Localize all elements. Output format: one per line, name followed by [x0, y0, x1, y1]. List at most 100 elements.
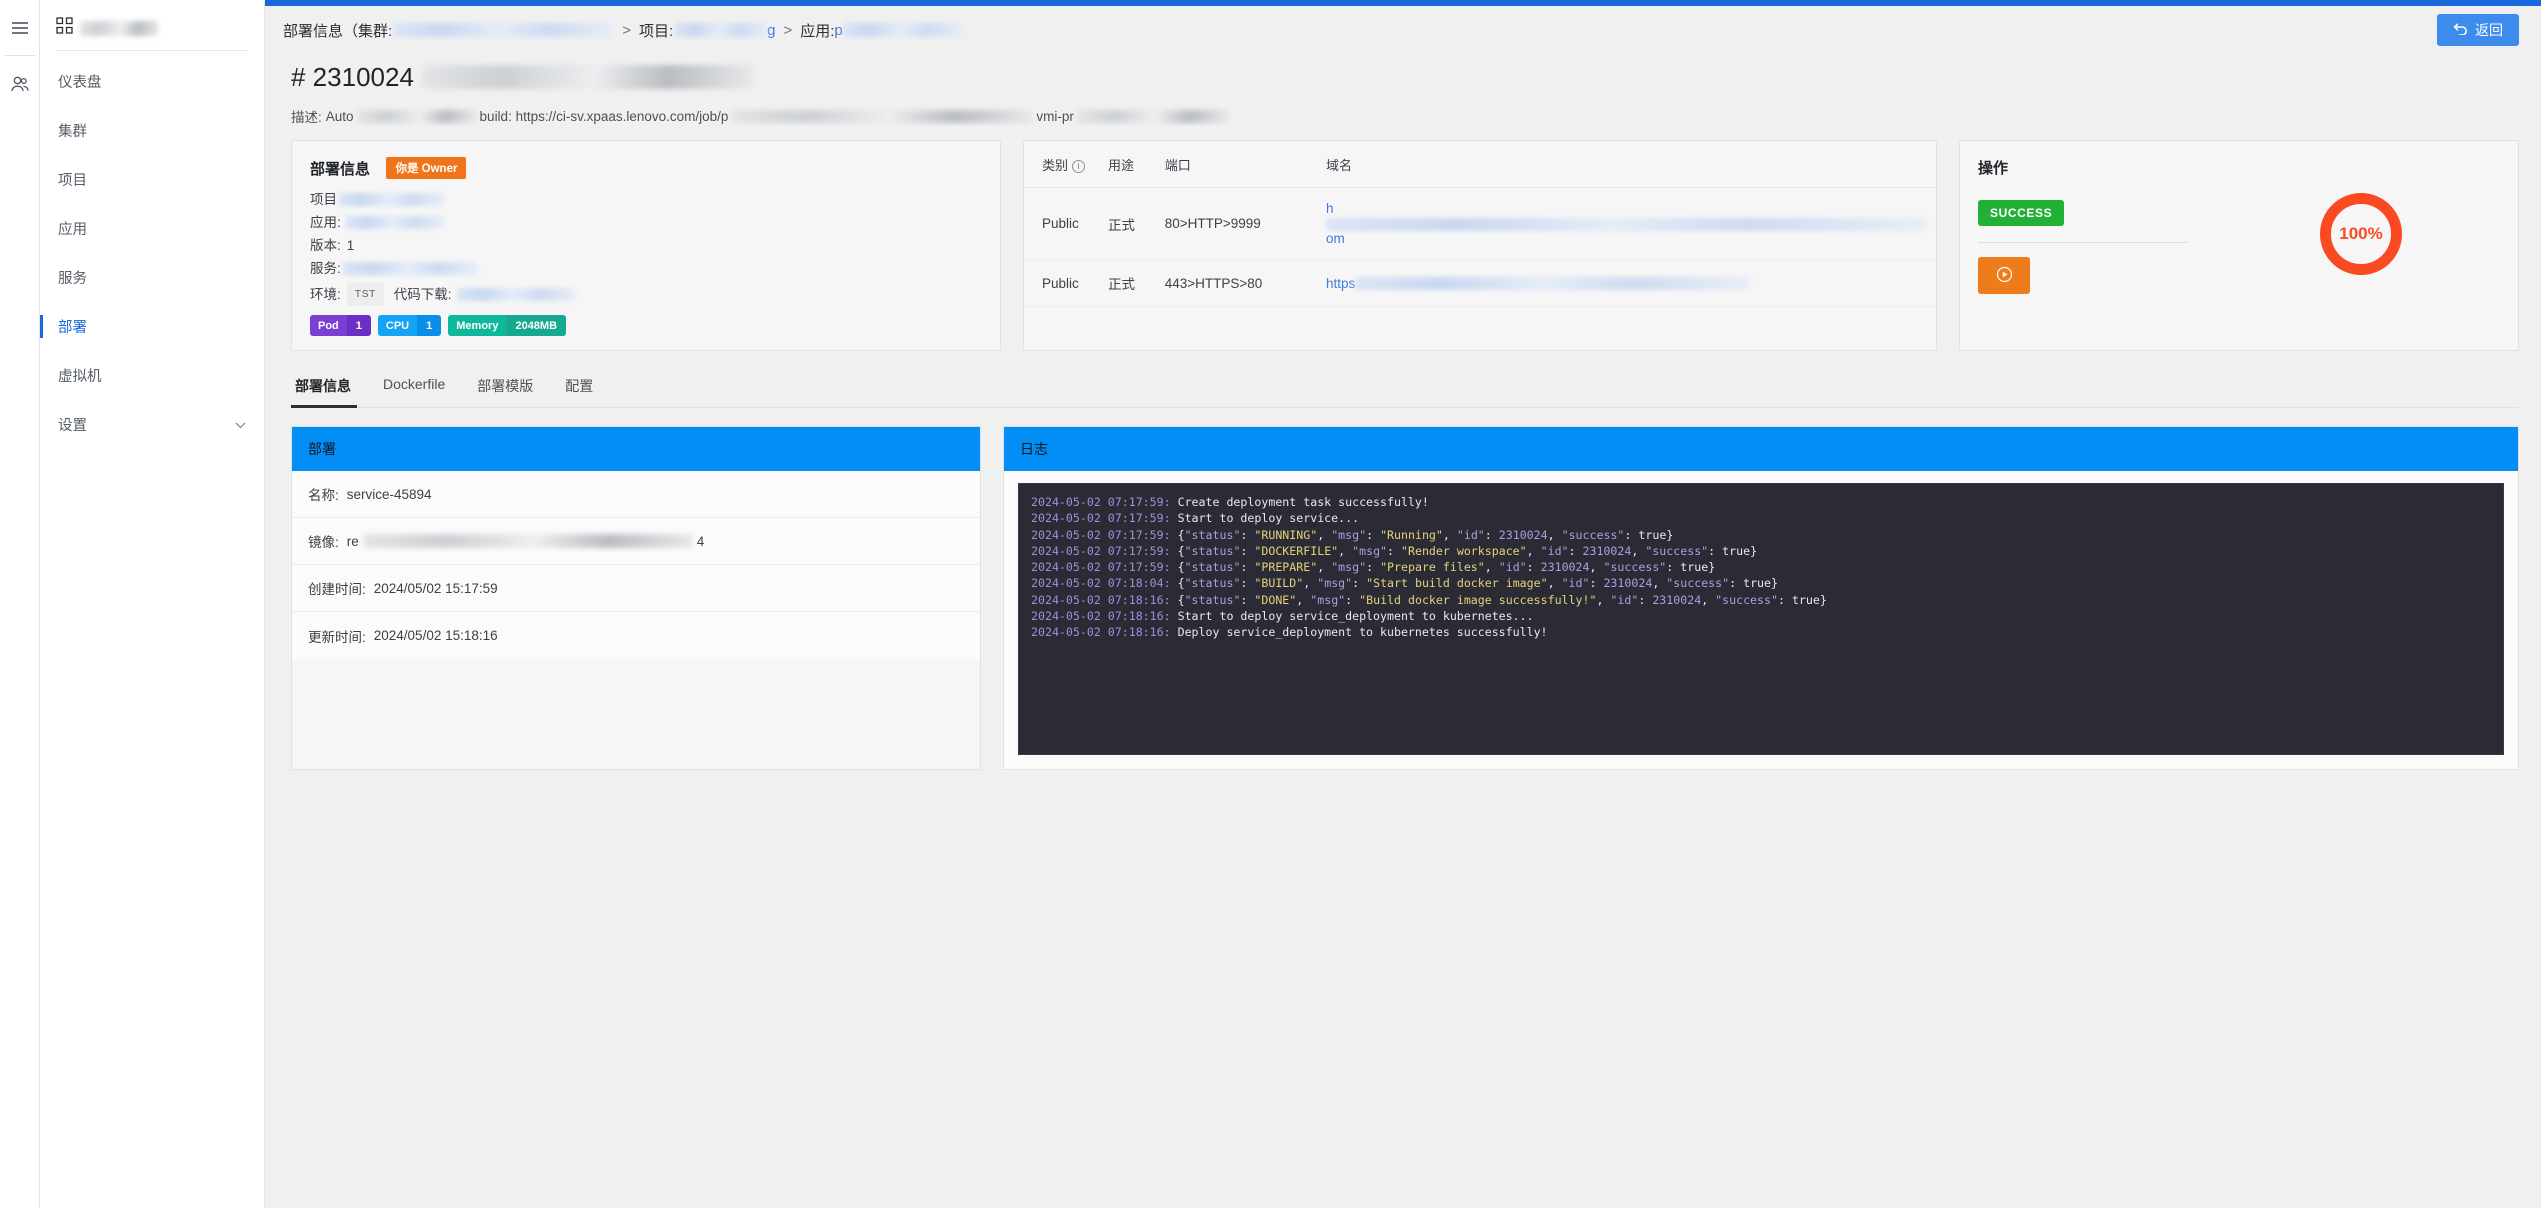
ports-cell-domain[interactable]: h om	[1316, 187, 1936, 260]
ports-cell-type: Public	[1024, 259, 1098, 307]
field-application-value-redacted[interactable]	[345, 216, 444, 229]
field-service-value-redacted[interactable]	[342, 262, 478, 275]
deployment-name-label: 名称:	[308, 488, 339, 503]
deployment-image-label: 镜像:	[308, 535, 339, 550]
field-environment: 环境: TST 代码下载:	[310, 283, 982, 306]
tab-dockerfile[interactable]: Dockerfile	[367, 367, 461, 407]
ports-domain-prefix: https	[1326, 275, 1356, 291]
operations-body: SUCCESS	[1978, 200, 2228, 294]
sidebar-item-deployment[interactable]: 部署	[40, 302, 264, 351]
sidebar-item-project[interactable]: 项目	[40, 155, 264, 204]
breadcrumb-app-prefix[interactable]: p	[834, 22, 842, 39]
badge-cpu-value: 1	[417, 315, 442, 336]
sidebar-nav: 仪表盘 集群 项目 应用 服务 部署 虚拟机 设置	[40, 57, 264, 449]
sidebar-item-settings[interactable]: 设置	[40, 400, 264, 449]
badge-memory-value: 2048MB	[506, 315, 567, 336]
field-code-download-value-redacted[interactable]	[456, 288, 575, 301]
app-root: 仪表盘 集群 项目 应用 服务 部署 虚拟机 设置 部署信息 （ 集群: > 项…	[0, 0, 2541, 1208]
field-project-value-redacted	[339, 193, 444, 206]
page-desc-tail: vmi-pr	[1036, 108, 1074, 124]
page-description: 描述: Auto build: https://ci-sv.xpaas.leno…	[291, 106, 2519, 126]
sidebar-item-cluster[interactable]: 集群	[40, 106, 264, 155]
field-application: 应用:	[310, 214, 982, 231]
page-title: # 2310024	[291, 58, 2519, 96]
sidebar-item-service[interactable]: 服务	[40, 253, 264, 302]
ports-domain-redacted	[1326, 217, 1926, 231]
operations-title: 操作	[1978, 160, 2009, 177]
deployment-row-name: 名称: service-45894	[292, 471, 980, 518]
breadcrumb-project-suffix[interactable]: g	[767, 22, 775, 39]
progress-value: 100%	[2339, 224, 2383, 243]
chevron-down-icon	[235, 418, 246, 432]
info-circle-icon[interactable]: i	[1072, 159, 1086, 173]
page-desc-label: 描述:	[291, 110, 322, 125]
progress-ring: 100%	[2320, 193, 2402, 275]
table-row: Public 正式 80>HTTP>9999 h om	[1024, 187, 1936, 260]
ports-cell-use: 正式	[1097, 259, 1155, 307]
sidebar-item-application[interactable]: 应用	[40, 204, 264, 253]
bottom-panels-row: 部署 名称: service-45894 镜像: re 4 创建时间: 2024…	[291, 426, 2519, 770]
page-title-name-redacted	[421, 65, 752, 89]
undo-arrow-icon	[2453, 22, 2468, 38]
deployment-name-value: service-45894	[346, 486, 432, 502]
deployment-row-updated: 更新时间: 2024/05/02 15:18:16	[292, 612, 980, 659]
sidebar-item-dashboard[interactable]: 仪表盘	[40, 57, 264, 106]
play-circle-icon	[1996, 266, 2013, 286]
brand-divider	[56, 50, 248, 51]
icon-rail	[0, 0, 40, 1208]
back-button[interactable]: 返回	[2437, 14, 2519, 46]
ports-card: 类别 i 用途 端口 域名 Public 正式 80>HTTP>9999 hom…	[1023, 140, 1937, 351]
field-version-label: 版本:	[310, 238, 341, 253]
content-area: 部署信息 你是 Owner 项目 应用: 版本: 1 服务: 环境: TST 代…	[265, 126, 2541, 1208]
badge-pod-key: Pod	[310, 315, 347, 336]
page-desc-mid: build: https://ci-sv.xpaas.lenovo.com/jo…	[479, 108, 729, 124]
hamburger-menu-icon[interactable]	[0, 0, 40, 55]
tab-deployment-info[interactable]: 部署信息	[291, 367, 367, 408]
breadcrumb-app-value-redacted	[842, 23, 963, 37]
run-button[interactable]	[1978, 257, 2030, 294]
sidebar-item-label: 仪表盘	[58, 75, 102, 91]
back-button-label: 返回	[2475, 22, 2503, 38]
deployment-image-redacted	[362, 534, 693, 548]
field-project: 项目	[310, 191, 982, 208]
sidebar-item-label: 虚拟机	[58, 369, 102, 385]
badge-memory: Memory 2048MB	[448, 315, 567, 336]
ports-cell-use: 正式	[1097, 187, 1155, 260]
log-console[interactable]: 2024-05-02 07:17:59: Create deployment t…	[1018, 483, 2504, 755]
ports-cell-port: 80>HTTP>9999	[1154, 187, 1316, 260]
deployment-image-value: re	[346, 533, 359, 549]
ports-cell-domain[interactable]: https	[1316, 259, 1936, 307]
resource-badges: Pod 1 CPU 1 Memory 2048MB	[310, 315, 982, 336]
deployment-info-fields: 项目 应用: 版本: 1 服务: 环境: TST 代码下载:	[310, 191, 982, 306]
breadcrumb-project-label: 项目:	[638, 22, 674, 40]
table-row: Public 正式 443>HTTPS>80 https	[1024, 259, 1936, 307]
deployment-info-title: 部署信息	[310, 161, 371, 178]
ports-cell-type: Public	[1024, 187, 1098, 260]
sidebar-item-virtual-machine[interactable]: 虚拟机	[40, 351, 264, 400]
tab-bar: 部署信息 Dockerfile 部署模版 配置	[291, 367, 2519, 408]
breadcrumb-cluster-label: 集群:	[358, 22, 393, 40]
ports-col-port: 端口	[1154, 141, 1316, 188]
ports-table-body: Public 正式 80>HTTP>9999 hom Public 正式 443…	[1024, 187, 1936, 307]
tab-deployment-template[interactable]: 部署模版	[461, 367, 549, 407]
deployment-info-header: 部署信息 你是 Owner	[310, 157, 982, 179]
badge-pod: Pod 1	[310, 315, 371, 336]
sidebar-item-label: 设置	[58, 418, 87, 434]
log-body: 2024-05-02 07:17:59: Create deployment t…	[1004, 471, 2518, 769]
breadcrumb-title: 部署信息	[283, 22, 344, 40]
ports-col-type-label: 类别	[1042, 158, 1069, 173]
field-version-value: 1	[346, 238, 355, 253]
tab-configuration[interactable]: 配置	[549, 367, 609, 407]
users-icon[interactable]	[0, 56, 40, 111]
breadcrumb-app-label: 应用:	[800, 22, 835, 40]
field-service-label: 服务:	[310, 261, 341, 276]
tab-label: 配置	[565, 378, 594, 394]
tab-label: 部署信息	[295, 378, 351, 394]
ports-col-domain: 域名	[1316, 141, 1936, 188]
operations-divider	[1978, 242, 2188, 243]
breadcrumb-separator: >	[622, 21, 631, 39]
breadcrumb: 部署信息 （ 集群: > 项目: g > 应用: p	[283, 20, 963, 41]
sidebar-item-label: 集群	[58, 124, 87, 140]
sidebar-item-label: 项目	[58, 173, 87, 189]
breadcrumb-bar: 部署信息 （ 集群: > 项目: g > 应用: p 返回	[265, 6, 2541, 54]
